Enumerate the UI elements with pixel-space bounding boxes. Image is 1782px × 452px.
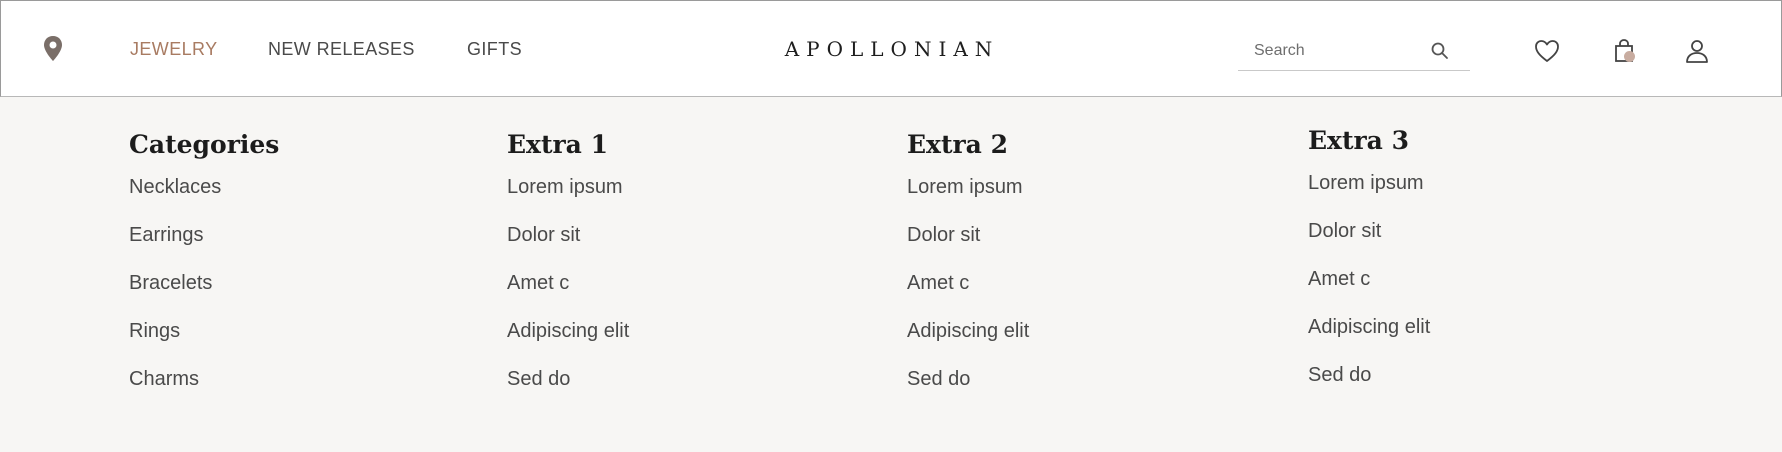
menu-item[interactable]: Dolor sit xyxy=(1308,219,1430,267)
search-input[interactable] xyxy=(1254,39,1434,63)
menu-column-categories: Categories Necklaces Earrings Bracelets … xyxy=(129,127,279,415)
map-pin-icon[interactable] xyxy=(41,35,65,63)
menu-column-extra-3: Extra 3 Lorem ipsum Dolor sit Amet c Adi… xyxy=(1308,123,1430,411)
site-header: JEWELRY NEW RELEASES GIFTS APOLLONIAN xyxy=(0,0,1782,97)
column-title: Categories xyxy=(129,130,280,159)
menu-item[interactable]: Adipiscing elit xyxy=(907,319,1029,367)
menu-item-necklaces[interactable]: Necklaces xyxy=(129,175,279,223)
menu-column-extra-2: Extra 2 Lorem ipsum Dolor sit Amet c Adi… xyxy=(907,127,1029,415)
menu-item[interactable]: Dolor sit xyxy=(507,223,629,271)
menu-item[interactable]: Sed do xyxy=(507,367,629,415)
menu-item[interactable]: Amet c xyxy=(1308,267,1430,315)
user-icon[interactable] xyxy=(1683,37,1711,65)
menu-item[interactable]: Amet c xyxy=(907,271,1029,319)
menu-item[interactable]: Dolor sit xyxy=(907,223,1029,271)
cart-badge xyxy=(1624,51,1635,62)
menu-item-charms[interactable]: Charms xyxy=(129,367,279,415)
menu-item-bracelets[interactable]: Bracelets xyxy=(129,271,279,319)
menu-item[interactable]: Lorem ipsum xyxy=(507,175,629,223)
menu-item-earrings[interactable]: Earrings xyxy=(129,223,279,271)
search-bar xyxy=(1238,35,1470,71)
mega-menu: Categories Necklaces Earrings Bracelets … xyxy=(0,97,1782,452)
menu-item[interactable]: Adipiscing elit xyxy=(1308,315,1430,363)
menu-item[interactable]: Sed do xyxy=(907,367,1029,415)
nav-item-jewelry[interactable]: JEWELRY xyxy=(130,39,218,60)
menu-item[interactable]: Lorem ipsum xyxy=(907,175,1029,223)
menu-column-extra-1: Extra 1 Lorem ipsum Dolor sit Amet c Adi… xyxy=(507,127,629,415)
heart-icon[interactable] xyxy=(1533,37,1561,65)
nav-item-gifts[interactable]: GIFTS xyxy=(467,39,522,60)
brand-logo[interactable]: APOLLONIAN xyxy=(763,37,1021,61)
column-title: Extra 3 xyxy=(1308,126,1409,155)
menu-item[interactable]: Sed do xyxy=(1308,363,1430,411)
shopping-bag-icon[interactable] xyxy=(1611,37,1639,65)
menu-item[interactable]: Adipiscing elit xyxy=(507,319,629,367)
column-title: Extra 1 xyxy=(507,130,608,159)
column-title: Extra 2 xyxy=(907,130,1008,159)
menu-item-rings[interactable]: Rings xyxy=(129,319,279,367)
menu-item[interactable]: Lorem ipsum xyxy=(1308,171,1430,219)
menu-item[interactable]: Amet c xyxy=(507,271,629,319)
nav-item-new-releases[interactable]: NEW RELEASES xyxy=(268,39,415,60)
search-icon[interactable] xyxy=(1430,41,1450,61)
